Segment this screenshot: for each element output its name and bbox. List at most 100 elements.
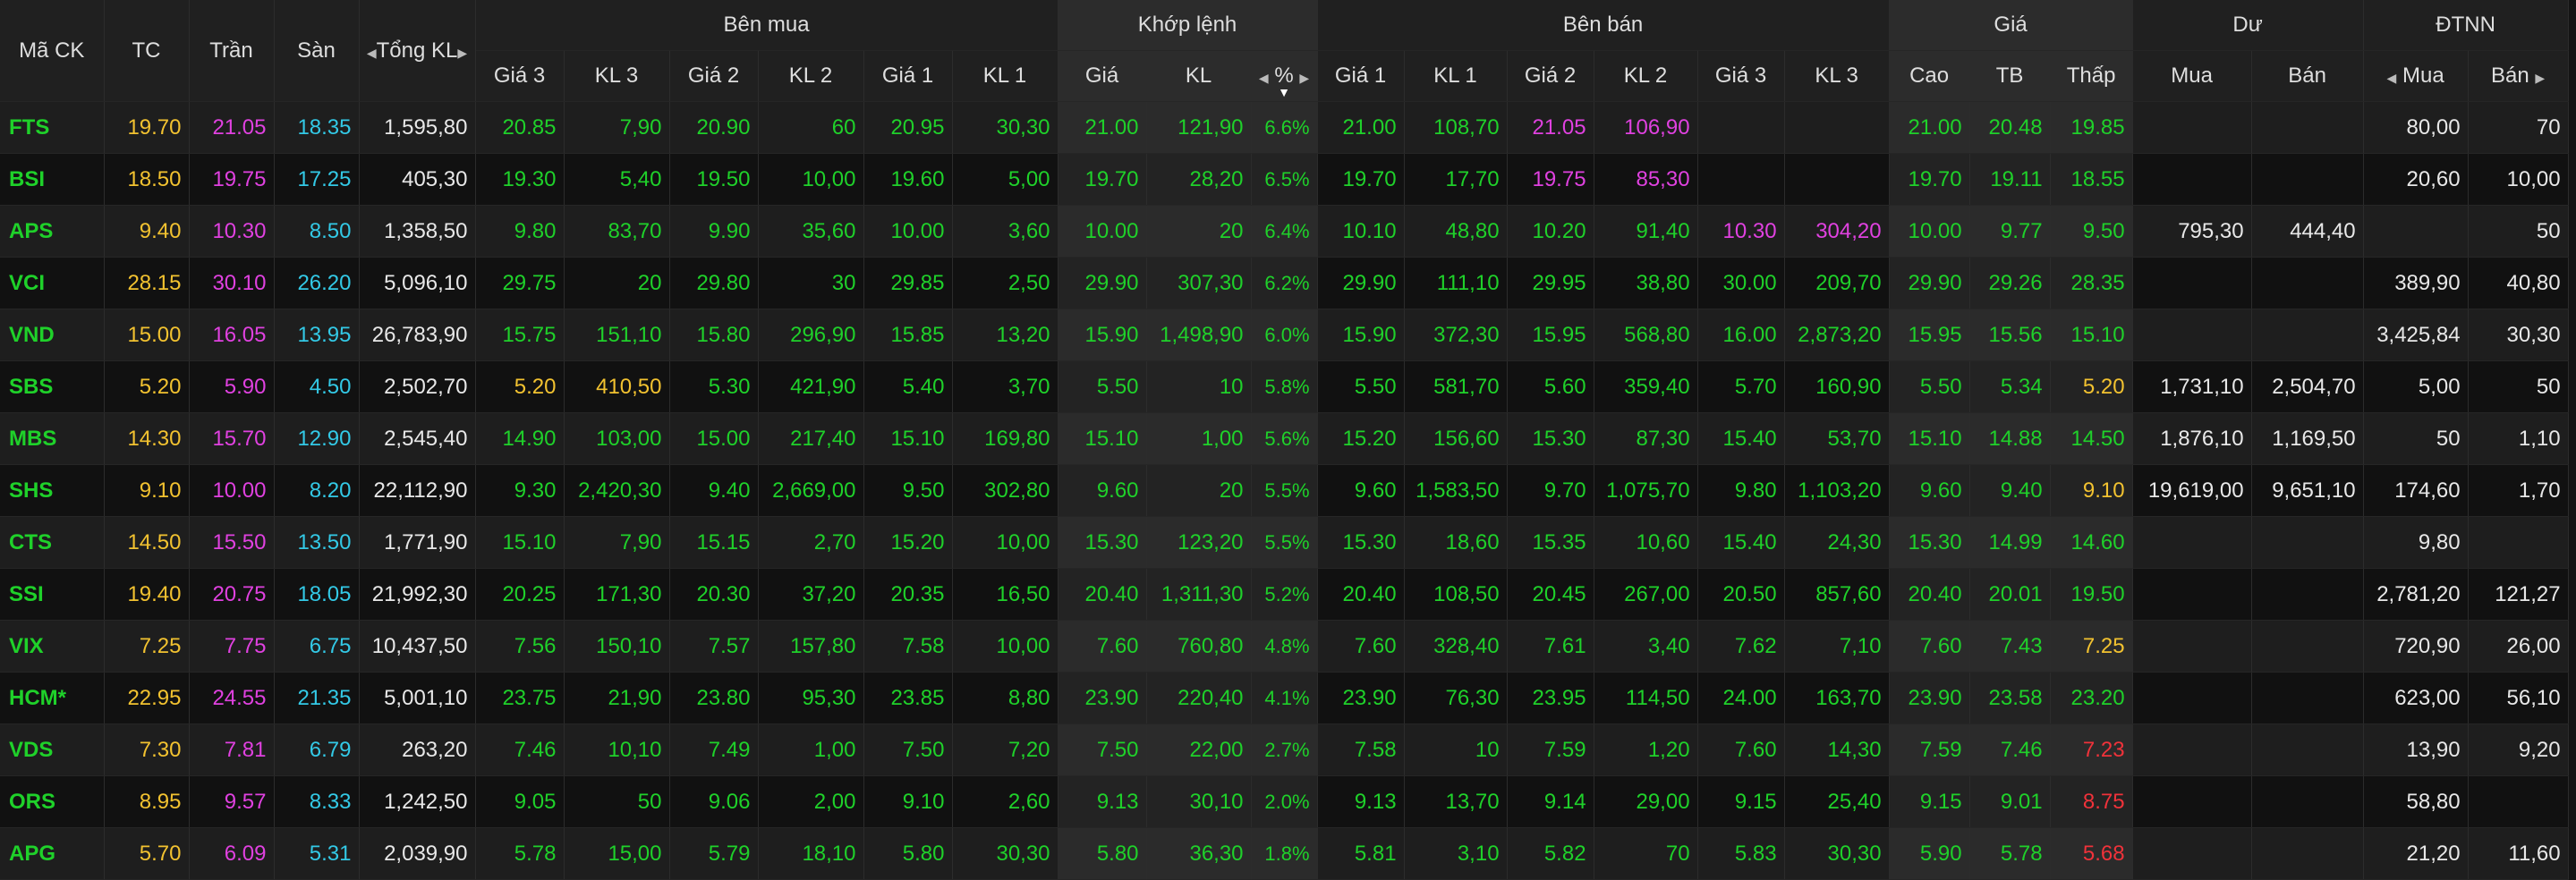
sell-vol-2[interactable]: 1,20 <box>1594 723 1698 776</box>
buy-vol-2[interactable]: 421,90 <box>758 360 864 413</box>
buy-vol-3[interactable]: 21,90 <box>564 672 670 724</box>
buy-price-1[interactable]: 7.58 <box>863 620 953 673</box>
table-row[interactable]: HCM* 22.95 24.55 21.35 5,001,10 23.75 21,90 23.… <box>0 672 2569 724</box>
buy-vol-2[interactable]: 95,30 <box>758 672 864 724</box>
buy-vol-2[interactable]: 60 <box>758 101 864 154</box>
buy-price-1[interactable]: 23.85 <box>863 672 953 724</box>
buy-price-1[interactable]: 5.80 <box>863 827 953 880</box>
sell-vol-2[interactable]: 29,00 <box>1594 775 1698 828</box>
buy-price-1[interactable]: 29.85 <box>863 257 953 309</box>
sell-price-2[interactable]: 23.95 <box>1507 672 1594 724</box>
buy-price-2[interactable]: 7.49 <box>669 723 759 776</box>
sell-price-2[interactable]: 19.75 <box>1507 153 1594 206</box>
header-tc[interactable]: TC <box>104 0 190 102</box>
stock-symbol[interactable]: APS <box>0 205 105 258</box>
buy-price-1[interactable]: 10.00 <box>863 205 953 258</box>
buy-vol-1[interactable]: 2,50 <box>952 257 1058 309</box>
buy-price-2[interactable]: 29.80 <box>669 257 759 309</box>
header-match-vol[interactable]: KL <box>1146 50 1252 102</box>
header-sell-vol-1[interactable]: KL 1 <box>1404 50 1508 102</box>
header-buy-price-3[interactable]: Giá 3 <box>475 50 565 102</box>
buy-price-3[interactable]: 9.05 <box>475 775 565 828</box>
header-sell-price-2[interactable]: Giá 2 <box>1507 50 1594 102</box>
sell-price-1[interactable]: 29.90 <box>1317 257 1405 309</box>
buy-price-3[interactable]: 29.75 <box>475 257 565 309</box>
table-row[interactable]: APG 5.70 6.09 5.31 2,039,90 5.78 15,00 5.79 18,1… <box>0 827 2569 880</box>
sell-price-2[interactable]: 15.35 <box>1507 516 1594 569</box>
sell-vol-1[interactable]: 48,80 <box>1404 205 1508 258</box>
sell-price-3[interactable]: 5.70 <box>1697 360 1785 413</box>
buy-price-3[interactable]: 15.10 <box>475 516 565 569</box>
buy-vol-1[interactable]: 13,20 <box>952 309 1058 361</box>
header-san[interactable]: Sàn <box>274 0 360 102</box>
caret-right-icon[interactable]: ▶ <box>457 46 467 60</box>
stock-symbol[interactable]: FTS <box>0 101 105 154</box>
caret-right-icon[interactable]: ▶ <box>2535 71 2545 85</box>
table-row[interactable]: VIX 7.25 7.75 6.75 10,437,50 7.56 150,10 7.57 15… <box>0 620 2569 673</box>
buy-vol-2[interactable]: 2,00 <box>758 775 864 828</box>
header-match-price[interactable]: Giá <box>1058 50 1147 102</box>
buy-vol-3[interactable]: 150,10 <box>564 620 670 673</box>
buy-vol-1[interactable]: 10,00 <box>952 516 1058 569</box>
buy-price-3[interactable]: 20.85 <box>475 101 565 154</box>
buy-vol-2[interactable]: 296,90 <box>758 309 864 361</box>
table-row[interactable]: SBS 5.20 5.90 4.50 2,502,70 5.20 410,50 5.30 421… <box>0 360 2569 413</box>
sell-vol-1[interactable]: 156,60 <box>1404 412 1508 465</box>
sell-price-3[interactable]: 24.00 <box>1697 672 1785 724</box>
sell-price-3[interactable]: 5.83 <box>1697 827 1785 880</box>
header-low[interactable]: Thấp <box>2050 50 2133 102</box>
sell-vol-1[interactable]: 108,50 <box>1404 568 1508 621</box>
sell-price-1[interactable]: 5.50 <box>1317 360 1405 413</box>
sell-price-3[interactable] <box>1697 101 1785 154</box>
buy-vol-3[interactable]: 83,70 <box>564 205 670 258</box>
buy-vol-2[interactable]: 35,60 <box>758 205 864 258</box>
sell-vol-3[interactable]: 1,103,20 <box>1784 464 1890 517</box>
buy-vol-3[interactable]: 15,00 <box>564 827 670 880</box>
header-sell-vol-3[interactable]: KL 3 <box>1784 50 1890 102</box>
buy-price-1[interactable]: 9.10 <box>863 775 953 828</box>
buy-price-1[interactable]: 7.50 <box>863 723 953 776</box>
buy-price-1[interactable]: 15.20 <box>863 516 953 569</box>
buy-price-2[interactable]: 19.50 <box>669 153 759 206</box>
buy-price-1[interactable]: 5.40 <box>863 360 953 413</box>
sell-price-1[interactable]: 21.00 <box>1317 101 1405 154</box>
sell-price-1[interactable]: 19.70 <box>1317 153 1405 206</box>
buy-price-2[interactable]: 7.57 <box>669 620 759 673</box>
sell-price-2[interactable]: 10.20 <box>1507 205 1594 258</box>
sell-vol-3[interactable]: 2,873,20 <box>1784 309 1890 361</box>
sell-vol-3[interactable] <box>1784 153 1890 206</box>
stock-symbol[interactable]: ORS <box>0 775 105 828</box>
buy-price-3[interactable]: 9.80 <box>475 205 565 258</box>
header-high[interactable]: Cao <box>1889 50 1970 102</box>
sell-price-3[interactable]: 9.80 <box>1697 464 1785 517</box>
buy-vol-2[interactable]: 217,40 <box>758 412 864 465</box>
buy-vol-1[interactable]: 169,80 <box>952 412 1058 465</box>
sell-price-2[interactable]: 20.45 <box>1507 568 1594 621</box>
sell-vol-2[interactable]: 1,075,70 <box>1594 464 1698 517</box>
header-sell-vol-2[interactable]: KL 2 <box>1594 50 1698 102</box>
buy-vol-3[interactable]: 7,90 <box>564 101 670 154</box>
sell-vol-3[interactable]: 7,10 <box>1784 620 1890 673</box>
sell-price-1[interactable]: 7.58 <box>1317 723 1405 776</box>
buy-vol-3[interactable]: 103,00 <box>564 412 670 465</box>
buy-price-1[interactable]: 15.10 <box>863 412 953 465</box>
sell-price-3[interactable]: 9.15 <box>1697 775 1785 828</box>
buy-vol-2[interactable]: 30 <box>758 257 864 309</box>
sell-vol-2[interactable]: 38,80 <box>1594 257 1698 309</box>
sell-vol-2[interactable]: 267,00 <box>1594 568 1698 621</box>
stock-symbol[interactable]: MBS <box>0 412 105 465</box>
caret-left-icon[interactable]: ◀ <box>1259 71 1269 85</box>
sell-vol-1[interactable]: 111,10 <box>1404 257 1508 309</box>
caret-right-icon[interactable]: ▶ <box>1299 71 1309 85</box>
buy-vol-3[interactable]: 5,40 <box>564 153 670 206</box>
sell-price-2[interactable]: 9.14 <box>1507 775 1594 828</box>
header-tran[interactable]: Trần <box>189 0 275 102</box>
buy-price-1[interactable]: 19.60 <box>863 153 953 206</box>
stock-symbol[interactable]: VCI <box>0 257 105 309</box>
buy-vol-3[interactable]: 50 <box>564 775 670 828</box>
buy-price-3[interactable]: 5.78 <box>475 827 565 880</box>
header-buy-vol-2[interactable]: KL 2 <box>758 50 864 102</box>
buy-price-1[interactable]: 20.95 <box>863 101 953 154</box>
header-buy-vol-3[interactable]: KL 3 <box>564 50 670 102</box>
header-ma-ck[interactable]: Mã CK <box>0 0 105 102</box>
